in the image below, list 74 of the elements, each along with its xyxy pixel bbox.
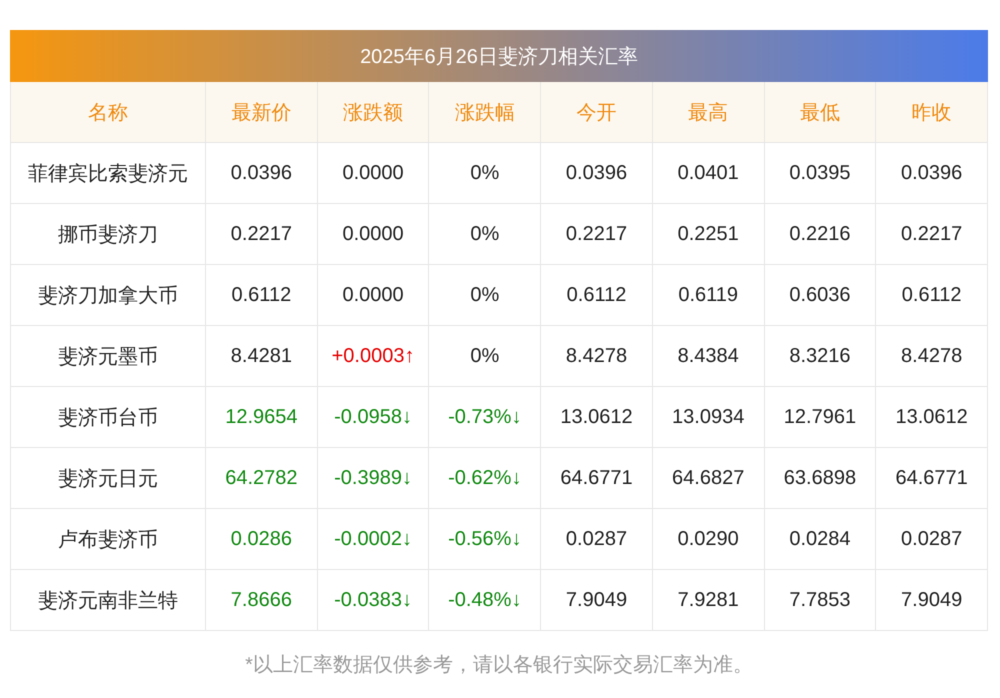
- table-cell: 7.9049: [876, 570, 988, 631]
- price-cell: 12.9654: [206, 387, 318, 448]
- table-cell: 7.9281: [652, 570, 765, 631]
- table-cell: 0.0284: [764, 509, 876, 570]
- table-cell: 64.6771: [541, 448, 653, 509]
- price-cell: 7.8666: [206, 570, 318, 631]
- percent-change-cell: -0.56%↓: [429, 509, 542, 570]
- table-cell: 0.6112: [876, 265, 988, 326]
- price-cell: 64.2782: [206, 448, 318, 509]
- table-cell: 13.0612: [876, 387, 988, 448]
- table-cell: 0.2217: [541, 204, 653, 265]
- table-cell: 8.4278: [876, 326, 988, 387]
- column-header: 涨跌额: [318, 82, 430, 143]
- table-cell: 64.6771: [876, 448, 988, 509]
- change-cell: 0.0000: [318, 265, 430, 326]
- currency-pair-cell: 挪币斐济刀: [11, 204, 206, 265]
- table-cell: 0.6119: [652, 265, 765, 326]
- percent-change-cell: -0.62%↓: [429, 448, 542, 509]
- change-cell: -0.0002↓: [318, 509, 430, 570]
- table-cell: 13.0612: [541, 387, 653, 448]
- percent-change-cell: -0.48%↓: [429, 570, 542, 631]
- footnote: *以上汇率数据仅供参考，请以各银行实际交易汇率为准。: [244, 653, 754, 678]
- table-cell: 13.0934: [652, 387, 765, 448]
- table-cell: 0.0287: [876, 509, 988, 570]
- price-cell: 0.2217: [206, 204, 318, 265]
- table-cell: 0.0401: [652, 143, 765, 204]
- price-cell: 8.4281: [206, 326, 318, 387]
- change-cell: 0.0000: [318, 143, 430, 204]
- column-header: 涨跌幅: [429, 82, 542, 143]
- column-header: 最高: [652, 82, 765, 143]
- table-cell: 8.4278: [541, 326, 653, 387]
- change-cell: -0.3989↓: [318, 448, 430, 509]
- change-cell: +0.0003↑: [318, 326, 430, 387]
- table-cell: 0.0396: [541, 143, 653, 204]
- table-cell: 64.6827: [652, 448, 765, 509]
- table-cell: 8.3216: [764, 326, 876, 387]
- table-cell: 0.0395: [764, 143, 876, 204]
- percent-change-cell: 0%: [429, 326, 542, 387]
- change-cell: -0.0383↓: [318, 570, 430, 631]
- table-cell: 63.6898: [764, 448, 876, 509]
- table-cell: 0.2217: [876, 204, 988, 265]
- column-header: 今开: [541, 82, 653, 143]
- table-cell: 8.4384: [652, 326, 765, 387]
- table-cell: 7.9049: [541, 570, 653, 631]
- price-cell: 0.0286: [206, 509, 318, 570]
- percent-change-cell: 0%: [429, 204, 542, 265]
- price-cell: 0.0396: [206, 143, 318, 204]
- currency-pair-cell: 斐济元墨币: [11, 326, 206, 387]
- percent-change-cell: 0%: [429, 265, 542, 326]
- column-header: 最新价: [206, 82, 318, 143]
- currency-pair-cell: 斐济刀加拿大币: [11, 265, 206, 326]
- table-title: 2025年6月26日斐济刀相关汇率: [10, 30, 988, 82]
- table-cell: 0.6112: [541, 265, 653, 326]
- column-header: 最低: [764, 82, 876, 143]
- change-cell: 0.0000: [318, 204, 430, 265]
- table-cell: 12.7961: [764, 387, 876, 448]
- table-cell: 7.7853: [764, 570, 876, 631]
- table-cell: 0.0290: [652, 509, 765, 570]
- table-cell: 0.0287: [541, 509, 653, 570]
- currency-pair-cell: 卢布斐济币: [11, 509, 206, 570]
- change-cell: -0.0958↓: [318, 387, 430, 448]
- table-cell: 0.6036: [764, 265, 876, 326]
- currency-pair-cell: 斐济元南非兰特: [11, 570, 206, 631]
- table-cell: 0.2251: [652, 204, 765, 265]
- column-header: 名称: [11, 82, 206, 143]
- table-cell: 0.2216: [764, 204, 876, 265]
- percent-change-cell: -0.73%↓: [429, 387, 542, 448]
- column-header: 昨收: [876, 82, 988, 143]
- price-cell: 0.6112: [206, 265, 318, 326]
- currency-pair-cell: 菲律宾比索斐济元: [11, 143, 206, 204]
- currency-pair-cell: 斐济币台币: [11, 387, 206, 448]
- currency-pair-cell: 斐济元日元: [11, 448, 206, 509]
- table-cell: 0.0396: [876, 143, 988, 204]
- percent-change-cell: 0%: [429, 143, 542, 204]
